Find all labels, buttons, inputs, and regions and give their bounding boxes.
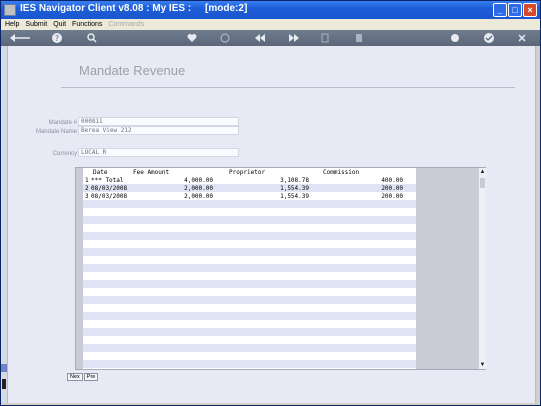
cell-date: *** Total bbox=[91, 177, 124, 184]
prev-button[interactable]: Pre bbox=[83, 373, 99, 381]
menu-quit[interactable]: Quit bbox=[53, 21, 66, 28]
cell-commission: 200.00 bbox=[381, 193, 403, 200]
grid-scrollbar[interactable]: ▲ ▼ bbox=[478, 168, 486, 369]
row-number: 2 bbox=[85, 185, 89, 192]
cell-date: 08/03/2008 bbox=[91, 193, 128, 200]
svg-text:?: ? bbox=[55, 34, 59, 43]
col-fee-header[interactable]: Fee Amount bbox=[133, 169, 169, 176]
mandate-no-field[interactable]: 000811 bbox=[78, 117, 239, 126]
table-row[interactable] bbox=[83, 280, 416, 288]
col-date-header[interactable]: Date bbox=[93, 169, 107, 176]
window-title: IES Navigator Client v8.08 : My IES : [m… bbox=[20, 3, 248, 14]
grid-header: Date Fee Amount Proprietor Commission bbox=[83, 168, 416, 176]
table-row[interactable] bbox=[83, 224, 416, 232]
row-number: 3 bbox=[85, 193, 89, 200]
scroll-down-icon[interactable]: ▼ bbox=[479, 361, 486, 369]
first-icon[interactable] bbox=[319, 32, 331, 44]
ok-icon[interactable] bbox=[483, 32, 495, 44]
cell-fee-amount: 2,000.00 bbox=[184, 193, 213, 200]
print-icon[interactable] bbox=[449, 32, 461, 44]
table-row[interactable] bbox=[83, 256, 416, 264]
cell-proprietor: 1,554.39 bbox=[280, 193, 309, 200]
table-row[interactable] bbox=[83, 288, 416, 296]
table-row[interactable] bbox=[83, 240, 416, 248]
currency-field[interactable]: LOCAL R bbox=[78, 148, 239, 157]
currency-label: Currency bbox=[52, 151, 77, 157]
table-row[interactable] bbox=[83, 336, 416, 344]
cell-date: 08/03/2008 bbox=[91, 185, 128, 192]
app-icon bbox=[4, 4, 16, 16]
cell-commission: 400.00 bbox=[381, 177, 403, 184]
refresh-icon[interactable] bbox=[219, 32, 231, 44]
table-row[interactable] bbox=[83, 200, 416, 208]
table-row[interactable] bbox=[83, 312, 416, 320]
heart-icon[interactable] bbox=[186, 32, 198, 44]
mandate-no-label: Mandate # bbox=[48, 120, 77, 126]
grid-rows: 1 *** Total 4,000.00 3,108.78 400.00 2 08/03/2… bbox=[83, 176, 416, 368]
table-row[interactable] bbox=[83, 328, 416, 336]
dock-handle-icon[interactable] bbox=[2, 379, 6, 389]
table-row[interactable] bbox=[83, 208, 416, 216]
title-divider bbox=[61, 87, 515, 88]
cell-proprietor: 3,108.78 bbox=[280, 177, 309, 184]
page-nav: Nex Pre bbox=[67, 373, 99, 381]
table-row[interactable] bbox=[83, 264, 416, 272]
title-bar[interactable]: IES Navigator Client v8.08 : My IES : [m… bbox=[1, 1, 540, 19]
mandate-name-field[interactable]: Berea View 212 bbox=[78, 126, 239, 135]
col-proprietor-header[interactable]: Proprietor bbox=[229, 169, 265, 176]
table-row[interactable] bbox=[83, 296, 416, 304]
grid-body: Date Fee Amount Proprietor Commission 1 *… bbox=[83, 168, 416, 369]
mandate-name-label: Mandate Name bbox=[35, 129, 77, 135]
table-row[interactable]: 3 08/03/2008 2,000.00 1,554.39 200.00 bbox=[83, 192, 416, 200]
table-row[interactable] bbox=[83, 352, 416, 360]
minimize-button[interactable]: _ bbox=[493, 3, 507, 17]
app-window: IES Navigator Client v8.08 : My IES : [m… bbox=[0, 0, 541, 406]
cell-proprietor: 1,554.39 bbox=[280, 185, 309, 192]
table-row[interactable] bbox=[83, 232, 416, 240]
grid-side-panel bbox=[416, 168, 478, 369]
table-row[interactable]: 2 08/03/2008 2,000.00 1,554.39 200.00 bbox=[83, 184, 416, 192]
maximize-button[interactable]: □ bbox=[508, 3, 522, 17]
menu-bar: Help Submit Quit Functions Commands bbox=[1, 19, 540, 30]
last-icon[interactable] bbox=[353, 32, 365, 44]
revenue-grid: Date Fee Amount Proprietor Commission 1 *… bbox=[75, 167, 486, 370]
search-icon[interactable] bbox=[86, 32, 98, 44]
menu-functions[interactable]: Functions bbox=[72, 21, 102, 28]
table-row[interactable] bbox=[83, 360, 416, 368]
close-window-button[interactable]: × bbox=[523, 3, 537, 17]
fast-forward-icon[interactable] bbox=[287, 32, 301, 44]
table-row[interactable] bbox=[83, 304, 416, 312]
close-icon[interactable] bbox=[516, 32, 528, 44]
table-row[interactable] bbox=[83, 344, 416, 352]
scroll-thumb[interactable] bbox=[480, 178, 485, 188]
back-arrow-icon[interactable] bbox=[9, 32, 31, 44]
window-controls: _ □ × bbox=[493, 3, 537, 17]
menu-submit[interactable]: Submit bbox=[25, 21, 47, 28]
row-number: 1 bbox=[85, 177, 89, 184]
menu-commands: Commands bbox=[108, 21, 145, 28]
page-title: Mandate Revenue bbox=[79, 63, 186, 78]
menu-help[interactable]: Help bbox=[5, 21, 19, 28]
cell-fee-amount: 4,000.00 bbox=[184, 177, 213, 184]
col-commission-header[interactable]: Commission bbox=[323, 169, 359, 176]
help-icon[interactable]: ? bbox=[51, 32, 63, 44]
scroll-up-icon[interactable]: ▲ bbox=[479, 168, 486, 176]
table-row[interactable] bbox=[83, 272, 416, 280]
toolbar: ? bbox=[1, 30, 540, 46]
table-row[interactable] bbox=[83, 248, 416, 256]
cell-commission: 200.00 bbox=[381, 185, 403, 192]
next-button[interactable]: Nex bbox=[67, 373, 83, 381]
cell-fee-amount: 2,000.00 bbox=[184, 185, 213, 192]
table-row[interactable] bbox=[83, 216, 416, 224]
table-row[interactable]: 1 *** Total 4,000.00 3,108.78 400.00 bbox=[83, 176, 416, 184]
rewind-icon[interactable] bbox=[253, 32, 267, 44]
table-row[interactable] bbox=[83, 320, 416, 328]
